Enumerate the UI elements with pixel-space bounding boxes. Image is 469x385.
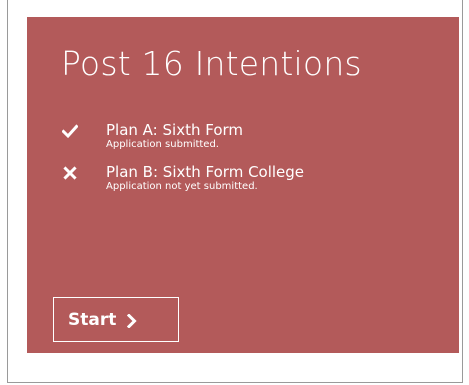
start-button-label: Start <box>68 309 117 330</box>
check-icon <box>61 123 79 139</box>
plan-item-b: Plan B: Sixth Form College Application n… <box>62 163 304 193</box>
start-button[interactable]: Start <box>53 297 179 342</box>
plan-b-name: Plan B: Sixth Form College <box>106 163 305 181</box>
chevron-right-icon <box>127 312 137 329</box>
plan-b-status: Application not yet submitted. <box>106 181 258 192</box>
plan-item-a: Plan A: Sixth Form Application submitted… <box>61 121 304 151</box>
plan-a-name: Plan A: Sixth Form <box>106 121 244 139</box>
plan-list: Plan A: Sixth Form Application submitted… <box>61 121 304 205</box>
cross-icon <box>62 165 78 181</box>
card-title: Post 16 Intentions <box>61 44 362 83</box>
plan-a-status: Application submitted. <box>106 139 219 150</box>
